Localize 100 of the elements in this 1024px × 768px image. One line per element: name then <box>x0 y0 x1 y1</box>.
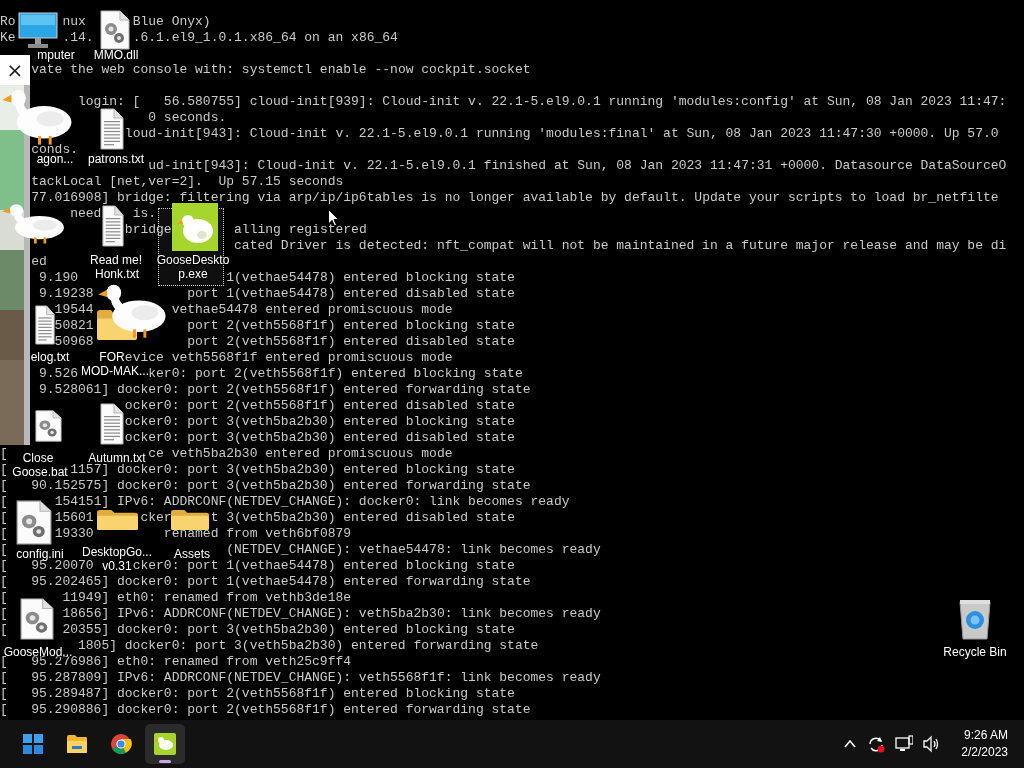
console-text: .6.1.el9_1.0.1.x86_64 on an x86_64 <box>132 30 398 45</box>
file-label: patrons.txt <box>88 152 144 166</box>
console-text: [ <box>0 462 8 477</box>
console-text: [ <box>0 510 8 525</box>
console-text: tackLocal [net,ver=2]. Up 57.15 seconds <box>31 174 344 189</box>
settings-file-icon[interactable] <box>20 598 54 640</box>
console-text: [ <box>0 542 8 557</box>
file-label: mputer <box>37 48 75 62</box>
console-text: ocker0: port 3(veth5ba2b30) entered blocking state <box>124 414 515 429</box>
console-text: [ <box>0 526 8 541</box>
network-button[interactable] <box>893 735 916 753</box>
console-text: 19544 <box>54 302 94 317</box>
console-text: ocker0: port 3(veth5ba2b30) entered disabled state <box>124 430 515 445</box>
clock-time: 9:26 AM <box>962 727 1008 744</box>
console-text: Blue Onyx) <box>132 14 211 29</box>
console-text: [ 90.152575] docker0: port 3(veth5ba2b30) entered forwarding state <box>0 478 531 493</box>
console-text: [ 95.289487] docker0: port 2(veth5568f1f) entered blocking state <box>0 686 515 701</box>
console-text: renamed from veth6bf0879 <box>163 526 352 541</box>
settings-file-icon[interactable] <box>16 500 52 545</box>
file-label: Close <box>22 451 54 465</box>
console-text: ed <box>31 254 47 269</box>
console-text: 50968 <box>54 334 94 349</box>
console-text: 20355] docker0: port 3(veth5ba2b30) entered blocking state <box>62 622 515 637</box>
console-text: (NETDEV_CHANGE): vethae54478: link becomes ready <box>226 542 601 557</box>
file-label: p.exe <box>178 267 208 281</box>
console-text: [ 95.290886] docker0: port 2(veth5568f1f) entered forwarding state <box>0 702 531 717</box>
console-text: [ <box>0 494 8 509</box>
file-label: v0.31 <box>102 559 132 573</box>
goose-drawing <box>2 204 64 244</box>
folder-icon <box>66 733 88 755</box>
browser-icon <box>110 733 132 755</box>
recycle-bin-icon[interactable] <box>958 598 992 640</box>
windows-logo-icon <box>22 733 44 755</box>
network-icon <box>895 735 914 753</box>
goose-drawing <box>2 89 72 145</box>
console-text: cated Driver is detected: nft_compat will not be maintained in a future major release and may be di <box>234 238 1007 253</box>
file-label: elog.txt <box>30 350 70 364</box>
console-text: t 3(veth5ba2b30) entered disabled state <box>210 510 515 525</box>
console-text: login: [ 56.580755] cloud-init[939]: Cloud-init v. 22.1-5.el9.0.1 running 'modules:config' at Sun, 08 Jan 2023 11:47: <box>78 94 1007 109</box>
file-label: Assets <box>174 547 210 561</box>
console-text: 18656] IPv6: ADDRCONF(NETDEV_CHANGE): veth5ba2b30: link becomes ready <box>62 606 601 621</box>
console-text: nux <box>62 14 86 29</box>
monitor-icon[interactable] <box>18 12 58 50</box>
console-text: [ <box>0 590 8 605</box>
goose-drawing <box>98 284 166 338</box>
file-label: GooseDeskto <box>156 253 230 267</box>
console-text: 19330 <box>54 526 94 541</box>
console-text: 50821 <box>54 318 94 333</box>
console-text: 1157] docker0: port 3(veth5ba2b30) entered blocking state <box>70 462 515 477</box>
console-text: [ <box>0 622 8 637</box>
file-label: DesktopGo... <box>82 545 152 559</box>
console-text: 11949] eth0: renamed from vethb3de18e <box>62 590 352 605</box>
console-text: port 1(vethae54478) entered disabled state <box>187 286 515 301</box>
console-text: vethae54478 entered promiscuous mode <box>171 302 453 317</box>
goose-app-icon <box>154 733 176 755</box>
console-text: 9.19238 <box>39 286 94 301</box>
file-label: Recycle Bin <box>943 645 1007 659</box>
console-text: 154151] IPv6: ADDRCONF(NETDEV_CHANGE): docker0: link becomes ready <box>54 494 570 509</box>
settings-file-icon[interactable] <box>35 410 62 442</box>
text-file-icon[interactable] <box>100 108 124 150</box>
console-text: port 2(veth5568f1f) entered blocking state <box>187 318 515 333</box>
console-text: loud-init[943]: Cloud-init v. 22.1-5.el9.0.1 running 'modules:final' at Sun, 08 Jan 2023 11:47:30 +0000. Up 57.0 <box>124 126 999 141</box>
console-text: 1805] docker0: port 3(veth5ba2b30) entered forwarding state <box>78 638 539 653</box>
console-text: Ke <box>0 30 16 45</box>
file-label: MMO.dll <box>93 48 139 62</box>
console-text: Ro <box>0 14 16 29</box>
file-label: config.ini <box>16 547 64 561</box>
file-label: FOR <box>99 350 125 364</box>
file-label: MOD-MAK... <box>81 364 149 378</box>
text-file-icon[interactable] <box>102 205 124 247</box>
text-file-icon[interactable] <box>100 403 124 445</box>
console-text: [ 95.287809] IPv6: ADDRCONF(NETDEV_CHANGE): veth5568f1f: link becomes ready <box>0 670 601 685</box>
console-text: 9.528061] docker0: port 2(veth5568f1f) entered forwarding state <box>39 382 531 397</box>
console-text: 77.016908] bridge: filtering via arp/ip/ip6tables is no longer available by default. Update your scripts to load br_netfilte <box>31 190 999 205</box>
console-text: cker0: port 1(vethae54478) entered blocking state <box>132 558 515 573</box>
file-label: Goose.bat <box>12 465 68 479</box>
console-text: ud-init[943]: Cloud-init v. 22.1-5.el9.0.1 finished at Sun, 08 Jan 2023 11:47:31 +0000. Datasource DataSourceO <box>148 158 1007 173</box>
console-text: ocker0: port 2(veth5568f1f) entered disabled state <box>124 398 515 413</box>
console-text: is. <box>132 206 157 221</box>
folder-icon[interactable] <box>97 510 138 530</box>
file-label: Read me! <box>90 253 142 267</box>
clock-date: 2/2/2023 <box>961 744 1008 761</box>
console-text: alling registered <box>234 222 367 237</box>
goose-app-button[interactable] <box>145 724 185 764</box>
console-text: evice veth5568f1f entered promiscuous mode <box>124 350 453 365</box>
console-text: cker <box>140 510 172 525</box>
console-text: 0 seconds. <box>148 110 227 125</box>
settings-file-icon[interactable] <box>100 10 130 50</box>
file-label: Autumn.txt <box>88 451 146 465</box>
text-file-icon[interactable] <box>35 305 55 345</box>
file-label: Honk.txt <box>95 267 139 281</box>
console-text: 9.190 <box>39 270 79 285</box>
console-text: port 2(veth5568f1f) entered disabled state <box>187 334 515 349</box>
console-text: bridge <box>124 222 172 237</box>
folder-icon[interactable] <box>171 510 209 530</box>
console-text: 15601 <box>54 510 94 525</box>
console-text: 1(vethae54478) entered blocking state <box>226 270 515 285</box>
console-text: 9.526 <box>39 366 79 381</box>
console-text: [ <box>0 606 8 621</box>
console-text: vate the web console with: systemctl enable --now cockpit.socket <box>31 62 531 77</box>
